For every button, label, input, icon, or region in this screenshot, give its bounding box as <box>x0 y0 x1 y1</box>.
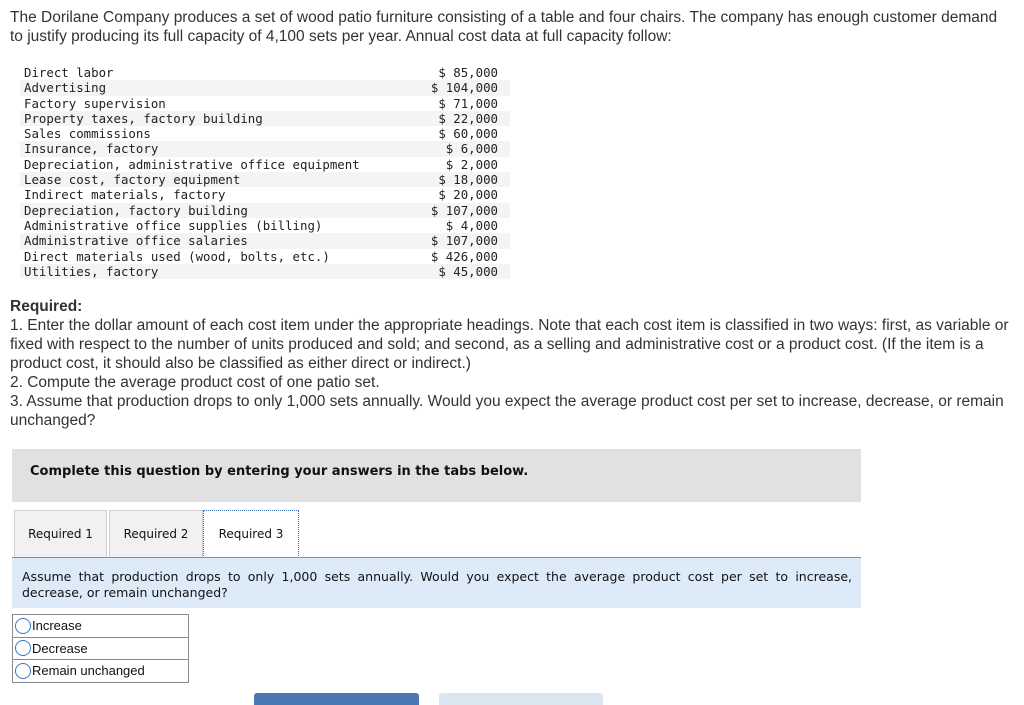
option-decrease[interactable]: Decrease <box>13 638 188 660</box>
table-row: Lease cost, factory equipment $ 18,000 <box>20 172 510 188</box>
required-item-1: 1. Enter the dollar amount of each cost … <box>10 317 1009 372</box>
cost-amount: $ 71,000 <box>438 95 498 111</box>
question-panel: Assume that production drops to only 1,0… <box>12 558 861 608</box>
table-row: Sales commissions $ 60,000 <box>20 126 510 141</box>
cost-label: Advertising <box>20 80 415 96</box>
option-label: Decrease <box>32 640 88 656</box>
cost-label: Insurance, factory <box>20 141 415 157</box>
required-heading: Required: <box>10 298 83 315</box>
option-increase[interactable]: Increase <box>13 615 188 638</box>
cost-label: Factory supervision <box>24 95 166 111</box>
previous-tab-button[interactable] <box>254 693 419 705</box>
cost-label: Depreciation, administrative office equi… <box>24 156 360 172</box>
table-row: Direct labor $ 85,000 <box>20 65 510 80</box>
option-label: Increase <box>32 618 82 634</box>
cost-label: Direct labor <box>24 65 114 80</box>
table-row: Factory supervision $ 71,000 <box>20 96 510 111</box>
table-row: Advertising $ 104,000 <box>20 80 510 96</box>
cost-amount: $ 85,000 <box>438 65 498 80</box>
cost-label: Indirect materials, factory <box>24 187 226 203</box>
cost-label: Sales commissions <box>24 126 151 142</box>
table-row: Property taxes, factory building $ 22,000 <box>20 110 510 127</box>
cost-amount: $ 60,000 <box>438 126 498 142</box>
answer-options: Increase Decrease Remain unchanged <box>12 614 189 683</box>
cost-label: Utilities, factory <box>20 263 415 280</box>
option-remain-unchanged[interactable]: Remain unchanged <box>13 660 188 683</box>
cost-amount: $ 4,000 <box>445 217 498 233</box>
problem-intro: The Dorilane Company produces a set of w… <box>10 9 998 45</box>
tab-required-3[interactable]: Required 3 <box>203 510 299 558</box>
table-row: Indirect materials, factory $ 20,000 <box>20 187 510 202</box>
table-row: Utilities, factory $ 45,000 <box>20 263 510 280</box>
option-label: Remain unchanged <box>32 663 145 679</box>
table-row: Depreciation, administrative office equi… <box>20 157 510 172</box>
cost-label: Property taxes, factory building <box>20 110 415 127</box>
radio-button-icon[interactable] <box>15 640 31 657</box>
cost-amount: $ 45,000 <box>414 263 510 280</box>
cost-amount: $ 22,000 <box>414 110 510 127</box>
cost-amount: $ 20,000 <box>438 187 498 203</box>
question-text: Assume that production drops to only 1,0… <box>22 569 852 600</box>
instructions-banner: Complete this question by entering your … <box>12 449 861 502</box>
table-row: Administrative office salaries $ 107,000 <box>20 233 510 249</box>
cost-amount: $ 6,000 <box>414 141 510 157</box>
cost-amount: $ 426,000 <box>430 248 498 264</box>
tab-required-1[interactable]: Required 1 <box>14 510 107 557</box>
cost-label: Direct materials used (wood, bolts, etc.… <box>24 248 330 264</box>
required-item-2: 2. Compute the average product cost of o… <box>10 374 380 391</box>
cost-label: Depreciation, factory building <box>20 202 415 218</box>
radio-button-icon[interactable] <box>15 617 31 634</box>
cost-amount: $ 104,000 <box>414 80 510 96</box>
radio-button-icon[interactable] <box>15 662 31 679</box>
table-row: Direct materials used (wood, bolts, etc.… <box>20 249 510 264</box>
cost-amount: $ 107,000 <box>414 233 510 249</box>
next-tab-button[interactable] <box>439 693 603 705</box>
cost-label: Administrative office salaries <box>20 233 415 249</box>
banner-text: Complete this question by entering your … <box>30 464 529 479</box>
table-row: Insurance, factory $ 6,000 <box>20 141 510 157</box>
cost-amount: $ 2,000 <box>445 156 498 172</box>
tab-required-2[interactable]: Required 2 <box>109 510 203 557</box>
table-row: Depreciation, factory building $ 107,000 <box>20 202 510 218</box>
table-row: Administrative office supplies (billing)… <box>20 218 510 233</box>
required-item-3: 3. Assume that production drops to only … <box>10 393 1004 429</box>
cost-label: Lease cost, factory equipment <box>20 172 415 188</box>
required-section: Required: 1. Enter the dollar amount of … <box>10 297 1010 430</box>
cost-label: Administrative office supplies (billing) <box>24 217 323 233</box>
cost-data-table: Direct labor $ 85,000 Advertising $ 104,00… <box>20 65 510 280</box>
cost-amount: $ 18,000 <box>414 172 510 188</box>
cost-amount: $ 107,000 <box>414 202 510 218</box>
